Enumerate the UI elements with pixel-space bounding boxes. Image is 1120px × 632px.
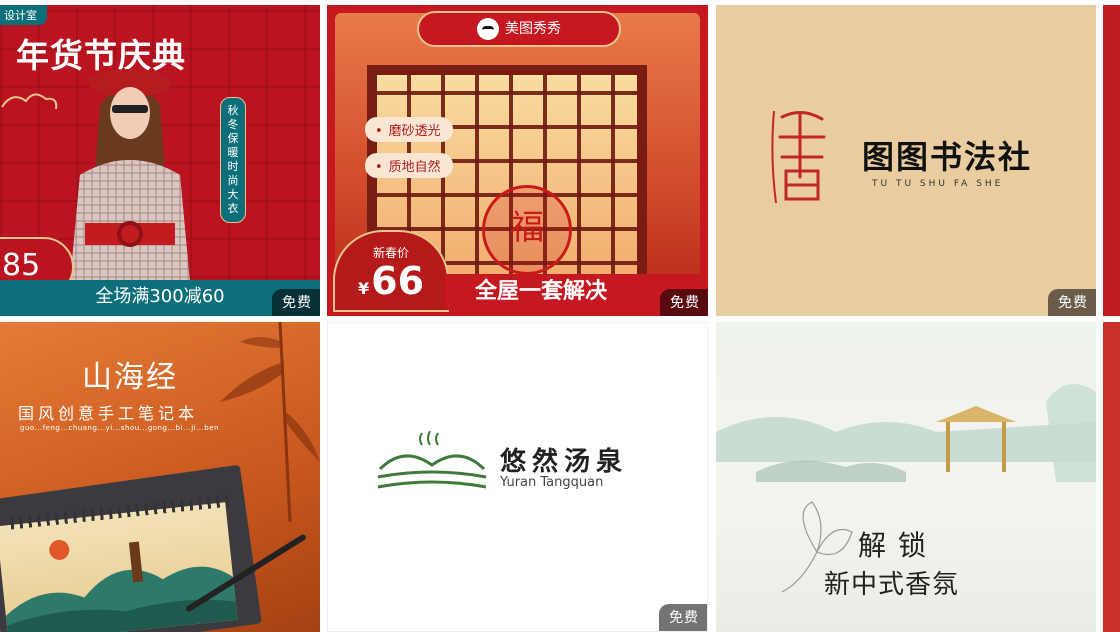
price-number: ¥66 — [335, 261, 447, 309]
template-card-hot-spring-logo[interactable]: 悠然汤泉 Yuran Tangquan 免费 — [327, 322, 708, 632]
feature-pill: 磨砂透光 — [365, 117, 453, 142]
notebook-pinyin: guo...feng...chuang...yi...shou...gong..… — [20, 424, 219, 432]
template-card-home-window[interactable]: 美图秀秀 磨砂透光 质地自然 福 新春价 ¥66 全屋一套解决 免费 — [327, 5, 708, 316]
brand-name: 图图书法社 — [862, 138, 1033, 176]
free-badge: 免费 — [272, 289, 320, 316]
vertical-caption: 秋冬保暖时尚大衣 — [220, 97, 246, 223]
notebook-subtitle: 国风创意手工笔记本 — [18, 404, 199, 423]
price-value: 66 — [371, 259, 425, 303]
template-card-new-year-sale[interactable]: 设计室 年货节庆典 秋冬保暖时尚大衣 85 全场满300减60 免费 — [0, 5, 320, 316]
next-card-edge[interactable] — [1103, 322, 1120, 632]
free-badge: 免费 — [659, 604, 707, 631]
price-box: 新春价 ¥66 — [333, 230, 449, 312]
template-card-fragrance[interactable]: 解锁 新中式香氛 — [716, 322, 1096, 632]
fortune-seal-icon: 福 — [482, 185, 572, 275]
headline-line-1: 解锁 — [858, 529, 939, 562]
brand-english-name: Yuran Tangquan — [500, 475, 604, 490]
currency-symbol: ¥ — [357, 279, 370, 298]
designer-tag: 设计室 — [0, 5, 47, 25]
free-badge: 免费 — [1048, 289, 1096, 316]
cloud-ornament-icon — [1, 93, 58, 110]
template-card-notebook[interactable]: 山海经 国风创意手工笔记本 guo...feng...chuang...yi..… — [0, 322, 320, 632]
next-card-edge[interactable] — [1103, 5, 1120, 316]
brand-name: 悠然汤泉 — [500, 447, 629, 477]
template-card-calligraphy-logo[interactable]: 图图书法社 TU TU SHU FA SHE 免费 — [716, 5, 1096, 316]
hot-spring-logo-icon — [377, 431, 487, 489]
feature-pill: 质地自然 — [365, 153, 453, 178]
brand-label: 美图秀秀 — [505, 21, 561, 37]
headline-line-2: 新中式香氛 — [824, 570, 960, 600]
meitu-logo-icon — [477, 18, 499, 40]
notebook-title: 山海经 — [82, 360, 178, 395]
brand-banner: 美图秀秀 — [417, 11, 621, 47]
free-badge: 免费 — [660, 289, 708, 316]
brand-pinyin: TU TU SHU FA SHE — [872, 179, 1004, 189]
calligraphy-seal-icon — [771, 110, 826, 204]
